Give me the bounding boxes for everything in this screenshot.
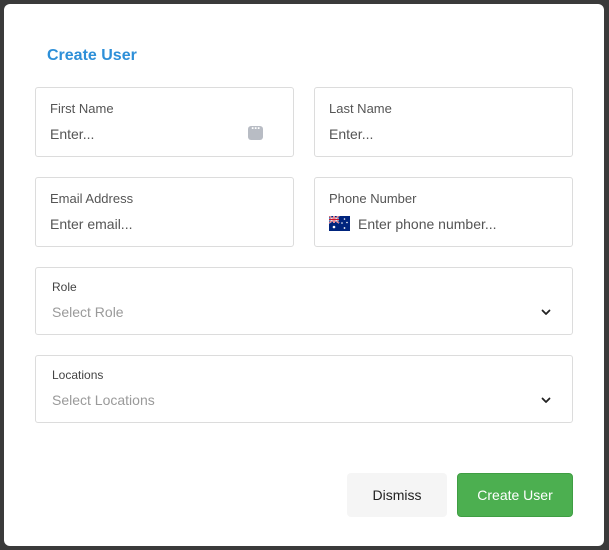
email-field[interactable]: Email Address Enter email... <box>35 177 294 247</box>
last-name-input[interactable]: Enter... <box>329 126 373 142</box>
phone-input[interactable]: Enter phone number... <box>358 216 497 232</box>
more-options-icon[interactable] <box>248 121 263 140</box>
dismiss-button[interactable]: Dismiss <box>347 473 447 517</box>
first-name-label: First Name <box>50 101 114 116</box>
locations-select[interactable]: Locations Select Locations <box>35 355 573 423</box>
role-value[interactable]: Select Role <box>52 304 124 320</box>
locations-label: Locations <box>52 368 104 382</box>
create-user-dialog: Create User First Name Enter... Last Nam… <box>4 4 604 546</box>
chevron-down-icon[interactable] <box>540 306 552 318</box>
last-name-field[interactable]: Last Name Enter... <box>314 87 573 157</box>
chevron-down-icon[interactable] <box>540 394 552 406</box>
role-label: Role <box>52 280 77 294</box>
phone-field[interactable]: Phone Number Enter phone number... <box>314 177 573 247</box>
locations-value[interactable]: Select Locations <box>52 392 155 408</box>
email-label: Email Address <box>50 191 134 206</box>
first-name-input[interactable]: Enter... <box>50 126 94 142</box>
last-name-label: Last Name <box>329 101 392 116</box>
australia-flag-icon[interactable] <box>329 216 350 231</box>
dialog-title: Create User <box>47 47 137 64</box>
first-name-field[interactable]: First Name Enter... <box>35 87 294 157</box>
phone-label: Phone Number <box>329 191 417 206</box>
email-input[interactable]: Enter email... <box>50 216 132 232</box>
create-user-button[interactable]: Create User <box>457 473 573 517</box>
role-select[interactable]: Role Select Role <box>35 267 573 335</box>
